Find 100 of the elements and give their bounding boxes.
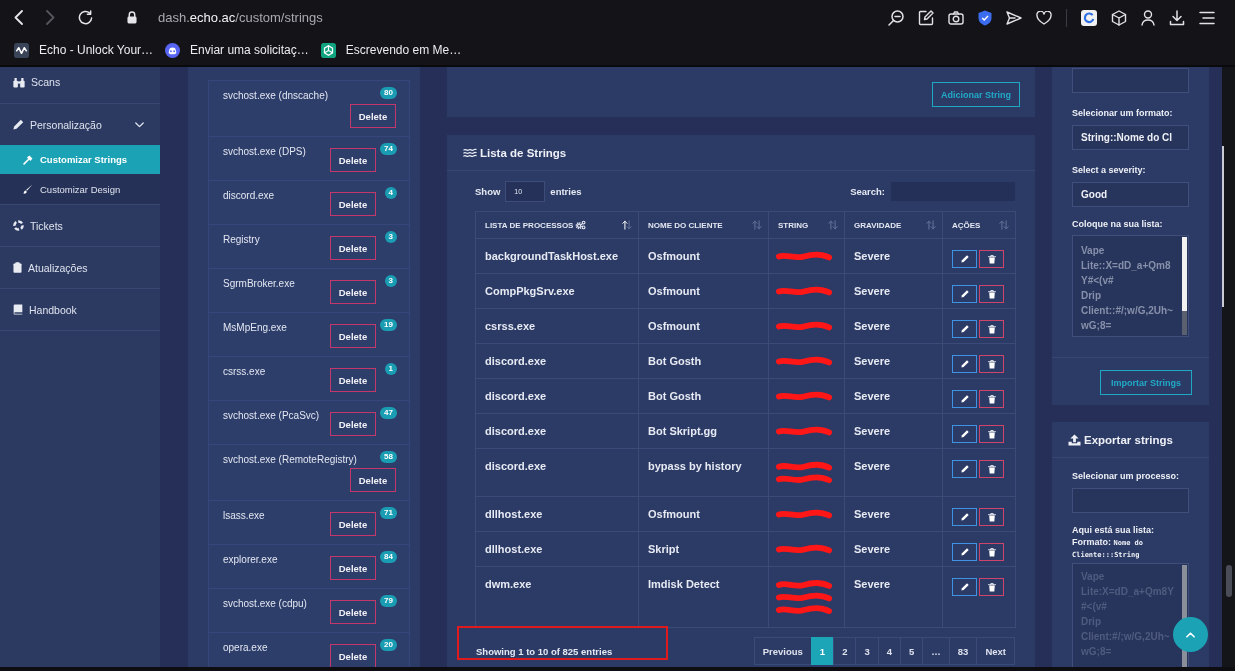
shield-icon[interactable] [978,9,992,26]
menu-icon[interactable] [1199,10,1215,25]
delete-button[interactable] [979,320,1004,338]
page-button[interactable]: 2 [833,637,857,665]
delete-button[interactable]: Delete [330,148,376,172]
delete-button[interactable]: Delete [330,324,376,348]
pencil-icon [960,430,969,438]
delete-button[interactable] [979,250,1004,268]
zoom-out-icon[interactable] [888,9,904,26]
cube-icon[interactable] [1111,9,1127,26]
edit-button[interactable] [952,390,977,408]
table-cell: Bot Gosth [638,378,769,414]
sidebar-subitem[interactable]: Customizar Design [0,174,160,204]
delete-button[interactable] [979,508,1004,526]
edit-icon[interactable] [918,9,934,26]
download-icon[interactable] [1169,9,1185,26]
table-cell: Osfmount [638,308,769,344]
delete-button[interactable]: Delete [350,104,396,128]
select-field[interactable]: String::Nome do Cl [1072,125,1189,150]
delete-button[interactable] [979,578,1004,596]
page-button[interactable]: … [922,637,950,665]
column-header[interactable]: NOME DO CLIENTE [638,211,769,239]
table-cell: dwm.exe [475,566,639,628]
heart-icon[interactable] [1036,10,1052,25]
delete-button[interactable]: Delete [330,600,376,624]
count-badge: 84 [380,551,397,563]
sidebar-item[interactable]: Personalização [0,104,160,145]
edit-button[interactable] [952,320,977,338]
gears-icon [575,220,587,230]
table-cell: Osfmount [638,238,769,274]
delete-button[interactable] [979,543,1004,561]
table-cell: discord.exe [475,413,639,449]
brush-icon [23,184,33,194]
page-button[interactable]: 4 [877,637,902,665]
import-strings-button[interactable]: Importar Strings [1100,370,1192,395]
page-button[interactable]: 3 [855,637,879,665]
page-scrollbar[interactable] [1222,67,1235,667]
edit-button[interactable] [952,285,977,303]
delete-button[interactable] [979,460,1004,478]
edit-button[interactable] [952,355,977,373]
delete-button[interactable] [979,355,1004,373]
table-cell: csrss.exe [475,308,639,344]
page-button[interactable]: Previous [753,637,812,665]
bookmark-link[interactable]: Echo - Unlock Your… [14,42,154,58]
delete-button[interactable] [979,390,1004,408]
table-cell: Severe [844,448,943,497]
ring-extension-icon[interactable] [1081,9,1097,26]
sidebar-item[interactable]: Atualizações [0,247,160,288]
delete-button[interactable]: Delete [350,468,396,492]
sidebar-item[interactable]: Tickets [0,205,160,246]
address-field[interactable]: dash.echo.ac/custom/strings [158,10,323,25]
delete-button[interactable]: Delete [330,644,376,667]
input-field[interactable] [1072,68,1189,93]
page-button[interactable]: 5 [900,637,924,665]
input-field[interactable] [1072,488,1189,513]
sidebar-item[interactable]: Handbook [0,289,160,330]
paper-plane-icon[interactable] [1006,10,1022,25]
pencil-icon [960,513,969,521]
delete-button[interactable]: Delete [330,556,376,580]
bookmark-link[interactable]: Enviar uma solicitaç… [165,42,309,58]
column-header[interactable]: AÇÕES [942,211,1016,239]
page-button[interactable]: Next [976,637,1015,665]
edit-button[interactable] [952,425,977,443]
edit-button[interactable] [952,460,977,478]
list-textarea[interactable]: Vape Lite::X=dD_a+Qm8Y#<(v# Drip Client::#/;w/G,2Uh~wG;8= [1072,235,1189,337]
process-name: svchost.exe (DPS) [223,146,306,158]
camera-icon[interactable] [948,10,964,25]
delete-button[interactable]: Delete [330,236,376,260]
delete-button[interactable]: Delete [330,280,376,304]
edit-button[interactable] [952,543,977,561]
sidebar-item[interactable]: Scans [0,67,160,103]
delete-button[interactable] [979,285,1004,303]
table-cell: Severe [844,378,943,414]
select-field[interactable]: Good [1072,182,1189,207]
trash-icon [987,512,996,522]
field-label: Coloque na sua lista: [1072,218,1164,230]
table-cell: Severe [844,413,943,449]
delete-button[interactable]: Delete [330,368,376,392]
delete-button[interactable]: Delete [330,192,376,216]
delete-button[interactable]: Delete [330,512,376,536]
table-cell: discord.exe [475,448,639,497]
process-name: explorer.exe [223,554,278,566]
waves-icon [463,147,477,158]
lifebuoy-icon [13,220,24,231]
edit-button[interactable] [952,578,977,596]
edit-button[interactable] [952,508,977,526]
column-header[interactable]: LISTA DE PROCESSOS [475,211,639,239]
column-header[interactable]: GRAVIDADE [844,211,943,239]
reload-icon[interactable] [78,10,93,25]
person-icon[interactable] [1141,9,1155,26]
add-string-button[interactable]: Adicionar String [932,82,1020,107]
delete-button[interactable]: Delete [330,412,376,436]
column-header[interactable]: STRING [768,211,845,239]
clipboard-icon [13,262,22,273]
trash-icon [987,289,996,299]
bookmark-link[interactable]: Escrevendo em Me… [320,42,462,58]
binoculars-icon [13,76,25,88]
delete-button[interactable] [979,425,1004,443]
edit-button[interactable] [952,250,977,268]
trash-icon [987,582,996,592]
